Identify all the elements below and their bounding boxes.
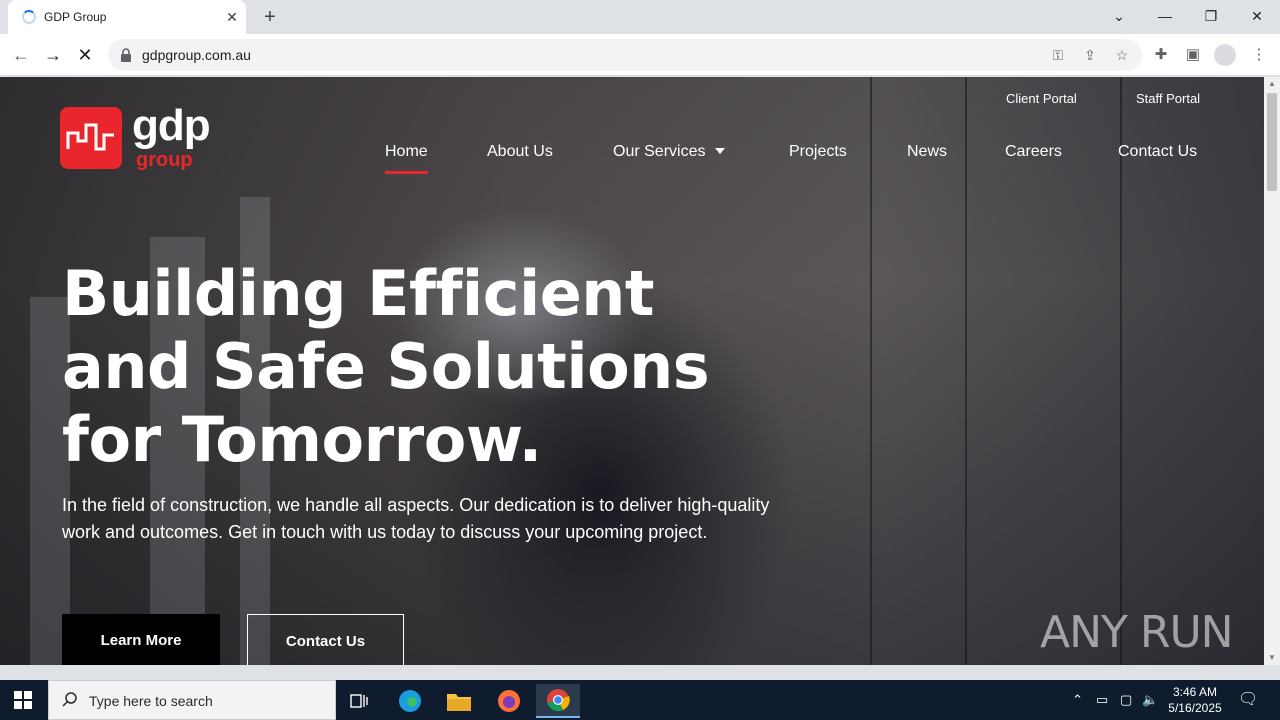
tab-title: GDP Group [44, 10, 107, 24]
new-tab-button[interactable]: + [258, 5, 282, 29]
nav-our-services-label: Our Services [613, 143, 706, 160]
chevron-down-icon [715, 148, 726, 154]
search-icon [62, 692, 77, 707]
profile-avatar[interactable] [1214, 44, 1236, 66]
share-icon[interactable]: ⇪ [1080, 45, 1100, 65]
task-view-icon[interactable] [338, 684, 382, 718]
contact-us-button[interactable]: Contact Us [247, 614, 404, 665]
nav-home[interactable]: Home [385, 143, 428, 174]
browser-tab[interactable]: GDP Group ✕ [8, 0, 246, 34]
nav-contact-us[interactable]: Contact Us [1118, 143, 1197, 161]
client-portal-link[interactable]: Client Portal [1006, 91, 1077, 106]
notifications-icon[interactable]: 🗨 [1238, 689, 1258, 709]
anyrun-watermark: ANY RUN [1040, 607, 1234, 658]
chrome-icon[interactable] [536, 684, 580, 718]
back-button[interactable]: ← [8, 42, 34, 68]
menu-kebab-icon[interactable]: ⋮ [1248, 44, 1270, 66]
clock-time: 3:46 AM [1172, 685, 1218, 699]
scroll-down-icon[interactable]: ▼ [1264, 651, 1280, 665]
close-tab-icon[interactable]: ✕ [222, 7, 242, 27]
close-window-button[interactable]: ✕ [1242, 4, 1272, 28]
file-explorer-icon[interactable] [437, 684, 481, 718]
window-frame [870, 77, 872, 665]
system-clock[interactable]: 3:46 AM 5/16/2025 [1160, 684, 1230, 716]
clock-date: 5/16/2025 [1168, 701, 1222, 715]
page-viewport: gdp group Client Portal Staff Portal Hom… [0, 77, 1264, 665]
lock-icon [121, 48, 131, 62]
page-scrollbar[interactable]: ▲ ▼ [1264, 77, 1280, 665]
logo-text: gdp [132, 101, 211, 150]
scroll-thumb[interactable] [1267, 93, 1277, 191]
browser-toolbar: ← → ✕ gdpgroup.com.au ⚿ ⇪ ☆ ✚ ▣ ⋮ [0, 34, 1280, 76]
url-text: gdpgroup.com.au [142, 47, 251, 63]
nav-news[interactable]: News [907, 143, 947, 161]
network-icon[interactable]: ▢ [1120, 692, 1132, 708]
restore-button[interactable]: ❐ [1196, 4, 1226, 28]
gdp-logo[interactable]: gdp group [60, 101, 220, 179]
edge-browser-icon[interactable] [388, 684, 432, 718]
logo-subtext: group [136, 149, 193, 171]
firefox-icon[interactable] [487, 684, 531, 718]
loading-spinner-icon [22, 10, 36, 24]
device-icon[interactable]: ▭ [1096, 692, 1108, 708]
nav-careers[interactable]: Careers [1005, 143, 1062, 161]
volume-icon[interactable]: 🔈 [1142, 692, 1158, 708]
minimize-button[interactable]: — [1150, 4, 1180, 28]
windows-start-icon[interactable] [14, 691, 32, 709]
learn-more-button[interactable]: Learn More [62, 614, 220, 665]
window-frame [965, 77, 967, 665]
logo-mark-icon [66, 123, 114, 151]
forward-button[interactable]: → [40, 42, 66, 68]
staff-portal-link[interactable]: Staff Portal [1136, 91, 1200, 106]
stop-loading-button[interactable]: ✕ [72, 42, 98, 68]
tab-search-icon[interactable]: ⌄ [1104, 4, 1134, 28]
nav-about-us[interactable]: About Us [487, 143, 553, 161]
key-icon[interactable]: ⚿ [1048, 45, 1068, 65]
address-bar[interactable]: gdpgroup.com.au ⚿ ⇪ ☆ [108, 39, 1142, 71]
show-hidden-icons-icon[interactable]: ⌃ [1072, 692, 1083, 708]
tab-strip: GDP Group ✕ + ⌄ — ❐ ✕ [0, 0, 1280, 34]
scroll-up-icon[interactable]: ▲ [1264, 77, 1280, 91]
hero-description: In the field of construction, we handle … [62, 495, 770, 542]
hero-title: Building Efficient and Safe Solutions fo… [62, 257, 710, 476]
bookmark-star-icon[interactable]: ☆ [1112, 45, 1132, 65]
extensions-icon[interactable]: ✚ [1150, 44, 1172, 66]
nav-our-services[interactable]: Our Services [613, 143, 726, 161]
nav-projects[interactable]: Projects [789, 143, 847, 161]
side-panel-icon[interactable]: ▣ [1182, 44, 1204, 66]
windows-taskbar: Type here to search ⌃ ▭ ▢ 🔈 3:46 AM 5/16… [0, 680, 1280, 720]
search-placeholder: Type here to search [89, 693, 213, 709]
window-frame [1120, 77, 1122, 665]
logo-mark [60, 107, 122, 169]
taskbar-search-input[interactable]: Type here to search [48, 680, 336, 720]
